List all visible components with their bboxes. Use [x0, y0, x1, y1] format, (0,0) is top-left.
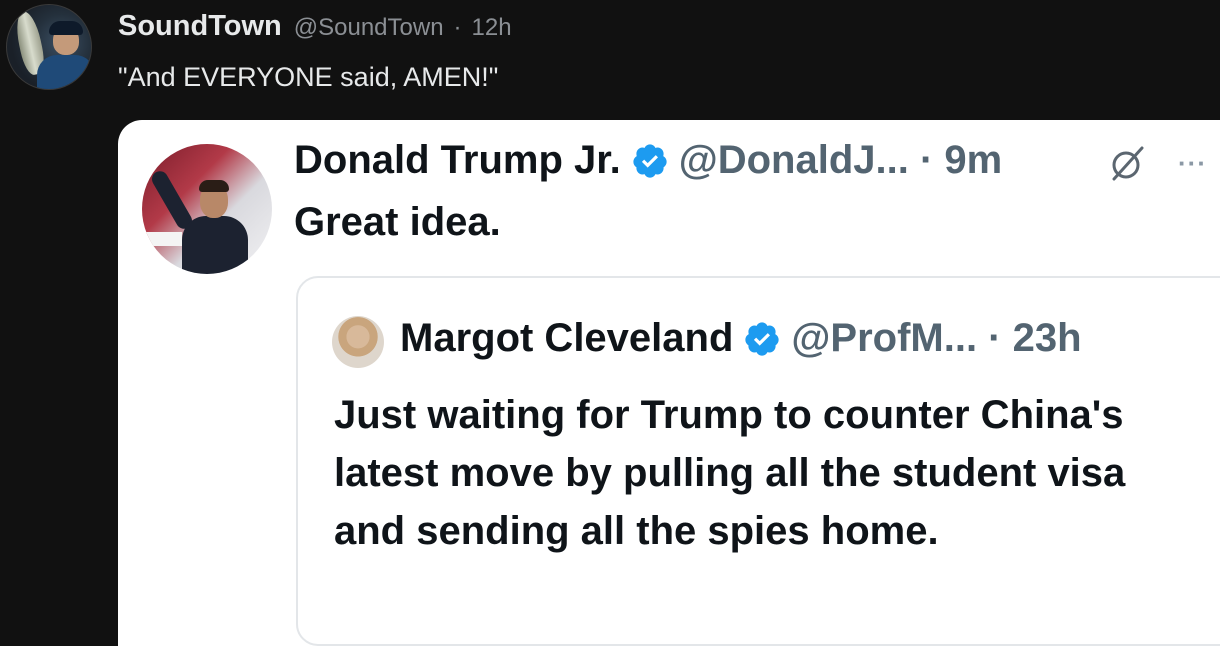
- display-name[interactable]: SoundTown: [118, 10, 282, 43]
- author-post-text: Great idea.: [294, 200, 501, 244]
- avatar-sign: [142, 232, 182, 246]
- quoted-post-text: Just waiting for Trump to counter China'…: [334, 393, 1126, 553]
- quoted-author-header: Margot Cleveland @ProfM... · 23h: [400, 316, 1082, 361]
- author-header: Donald Trump Jr. @DonaldJ... · 9m: [294, 138, 1002, 183]
- author-handle-time: @DonaldJ... · 9m: [678, 138, 1003, 182]
- post-header: SoundTown @SoundTown · 12h: [118, 10, 512, 43]
- verified-badge-icon: [633, 143, 667, 178]
- separator-dot: ·: [453, 14, 462, 41]
- user-avatar[interactable]: [6, 4, 92, 90]
- quoted-post: Margot Cleveland @ProfM... · 23h Just wa…: [296, 276, 1220, 646]
- post-text: "And EVERYONE said, AMEN!": [118, 62, 499, 92]
- post-timestamp[interactable]: 12h: [472, 14, 512, 42]
- avatar-shirt: [37, 55, 91, 89]
- quoted-author-display-name: Margot Cleveland: [400, 316, 734, 360]
- quoted-author-avatar: [332, 316, 384, 368]
- avatar-suit: [182, 216, 248, 274]
- user-handle[interactable]: @SoundTown: [294, 14, 444, 42]
- more-options-icon: ···: [1178, 148, 1207, 178]
- author-avatar: [142, 144, 272, 274]
- avatar-hair: [199, 180, 229, 192]
- verified-badge-icon: [745, 321, 780, 356]
- grok-icon: [1112, 146, 1144, 181]
- author-display-name: Donald Trump Jr.: [294, 138, 621, 182]
- quoted-author-handle-time: @ProfM... · 23h: [791, 316, 1082, 360]
- avatar-cap: [49, 21, 83, 35]
- embedded-screenshot-image[interactable]: Donald Trump Jr. @DonaldJ... · 9m ··· Gr…: [118, 120, 1220, 646]
